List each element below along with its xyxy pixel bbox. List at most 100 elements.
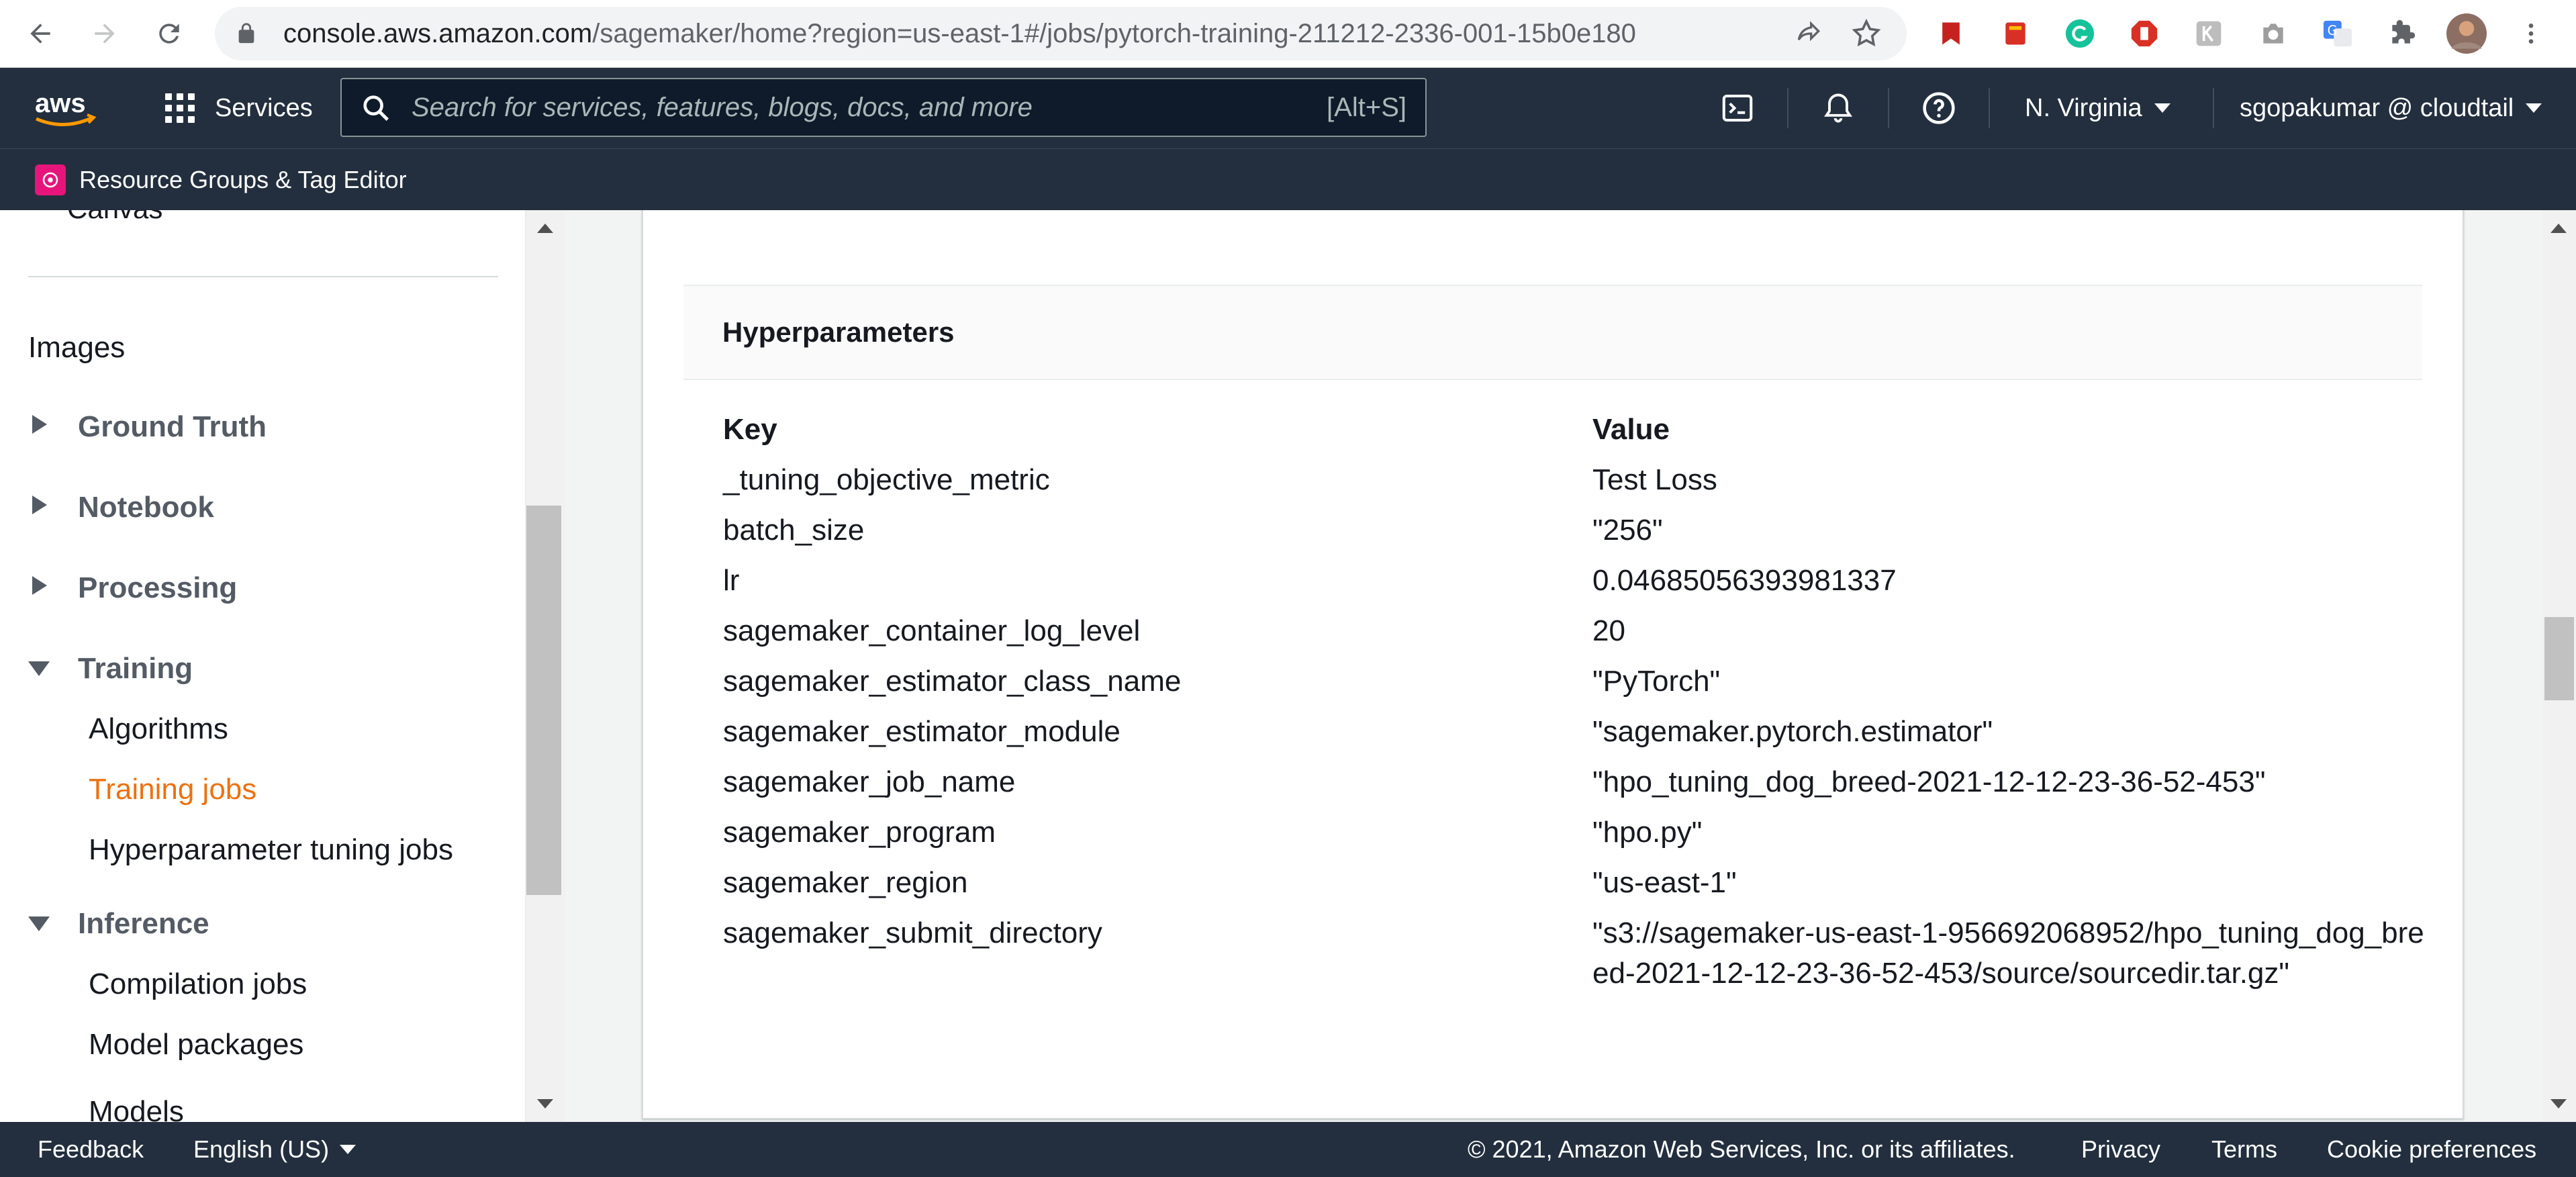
expand-icon[interactable] [32, 576, 47, 595]
svg-text:aws: aws [35, 89, 86, 118]
sidebar: Canvas Images Ground Truth Notebook Proc… [0, 210, 526, 1122]
sidebar-item-images[interactable]: Images [28, 331, 125, 365]
console-footer: Feedback English (US) © 2021, Amazon Web… [0, 1122, 2576, 1177]
search-shortcut: [Alt+S] [1327, 93, 1406, 122]
hyperparameter-value: "us-east-1" [1592, 866, 1737, 899]
hyperparameter-key: batch_size [723, 514, 865, 547]
hyperparameter-value: 20 [1592, 614, 1625, 647]
terms-link[interactable]: Terms [2211, 1122, 2277, 1177]
expand-icon[interactable] [32, 496, 47, 514]
favorites-bar: Resource Groups & Tag Editor [0, 148, 2576, 210]
sidebar-section-processing[interactable]: Processing [78, 571, 237, 605]
collapse-icon[interactable] [28, 916, 50, 931]
hyperparameter-value: "256" [1592, 514, 1663, 547]
extensions-icon[interactable] [2385, 16, 2420, 51]
value-column-header: Value [1592, 413, 1670, 446]
hyperparameter-key: sagemaker_region [723, 866, 968, 899]
share-icon[interactable] [1794, 19, 1823, 52]
scroll-up-icon[interactable] [537, 224, 553, 233]
reload-icon[interactable] [148, 12, 191, 55]
sidebar-item-model-packages[interactable]: Model packages [89, 1028, 303, 1062]
caret-down-icon [340, 1145, 356, 1154]
hyperparameters-header: Hyperparameters [683, 285, 2422, 380]
nav-separator [1989, 88, 1990, 128]
page-scrollbar[interactable] [2542, 210, 2576, 1122]
services-menu[interactable]: Services [165, 88, 313, 128]
scrollbar-thumb[interactable] [2544, 617, 2574, 700]
scroll-down-icon[interactable] [537, 1099, 553, 1109]
notifications-icon[interactable] [1817, 87, 1860, 130]
favorite-resource-groups[interactable]: Resource Groups & Tag Editor [35, 164, 407, 196]
hyperparameter-key: sagemaker_estimator_module [723, 715, 1120, 748]
services-label: Services [215, 93, 313, 122]
favorite-label: Resource Groups & Tag Editor [79, 166, 407, 193]
sidebar-item-canvas[interactable]: Canvas [67, 210, 162, 225]
sidebar-section-training[interactable]: Training [78, 652, 193, 686]
adblock-icon[interactable] [2127, 16, 2162, 51]
account-menu[interactable]: sgopakumar @ cloudtail [2240, 88, 2542, 128]
sidebar-scrollbar[interactable] [526, 210, 565, 1122]
hyperparameter-key: _tuning_objective_metric [723, 463, 1050, 496]
hyperparameter-value: "hpo.py" [1592, 816, 1703, 849]
star-icon[interactable] [1850, 17, 1882, 53]
cloudshell-icon[interactable] [1716, 87, 1759, 130]
lock-icon[interactable] [235, 21, 258, 49]
privacy-link[interactable]: Privacy [2081, 1122, 2160, 1177]
nav-separator [1888, 88, 1889, 128]
menu-icon[interactable] [2514, 16, 2548, 51]
sidebar-item-algorithms[interactable]: Algorithms [89, 712, 228, 746]
hyperparameter-value: "PyTorch" [1592, 665, 1721, 698]
cookie-preferences-link[interactable]: Cookie preferences [2327, 1122, 2536, 1177]
extension-bookmark-icon[interactable] [1934, 16, 1968, 51]
search-icon [361, 93, 391, 127]
hyperparameters-title: Hyperparameters [722, 316, 955, 348]
hyperparameter-key: sagemaker_estimator_class_name [723, 665, 1182, 698]
search-placeholder: Search for services, features, blogs, do… [412, 93, 1033, 122]
hyperparameter-key: sagemaker_program [723, 816, 996, 849]
scroll-up-icon[interactable] [2550, 224, 2567, 233]
back-icon[interactable] [19, 12, 62, 55]
camera-icon[interactable] [2256, 16, 2291, 51]
language-label: English (US) [193, 1135, 330, 1163]
sidebar-divider [28, 276, 498, 277]
translate-icon[interactable]: G [2320, 16, 2355, 51]
hyperparameter-key: sagemaker_submit_directory [723, 916, 1102, 949]
sidebar-section-ground-truth[interactable]: Ground Truth [78, 410, 267, 444]
grammarly-icon[interactable] [2062, 16, 2097, 51]
sidebar-item-compilation-jobs[interactable]: Compilation jobs [89, 968, 307, 1001]
extension-k-icon[interactable] [2191, 16, 2226, 51]
sidebar-section-notebook[interactable]: Notebook [78, 491, 214, 524]
region-selector[interactable]: N. Virginia [2025, 88, 2170, 128]
hyperparameter-key: lr [723, 564, 740, 597]
caret-down-icon [2154, 103, 2170, 113]
search-input[interactable]: Search for services, features, blogs, do… [340, 78, 1427, 137]
feedback-link[interactable]: Feedback [38, 1122, 144, 1177]
hyperparameter-key: sagemaker_container_log_level [723, 614, 1141, 647]
expand-icon[interactable] [32, 415, 47, 434]
extension-book-icon[interactable] [1998, 16, 2033, 51]
help-icon[interactable] [1917, 87, 1960, 130]
sidebar-item-models[interactable]: Models [89, 1095, 184, 1122]
aws-top-nav: aws Services Search for services, featur… [0, 68, 2576, 148]
aws-logo[interactable]: aws [32, 85, 99, 132]
url-text[interactable]: console.aws.amazon.com/sagemaker/home?re… [283, 7, 1636, 60]
sidebar-item-training-jobs[interactable]: Training jobs [89, 773, 256, 806]
forward-icon[interactable] [83, 12, 126, 55]
browser-toolbar: console.aws.amazon.com/sagemaker/home?re… [0, 0, 2576, 68]
account-label: sgopakumar @ cloudtail [2240, 94, 2514, 122]
profile-avatar[interactable] [2446, 13, 2487, 54]
nav-separator [2213, 88, 2214, 128]
sidebar-section-inference[interactable]: Inference [78, 907, 209, 941]
resource-groups-icon [35, 164, 66, 195]
collapse-icon[interactable] [28, 661, 50, 676]
address-bar[interactable]: console.aws.amazon.com/sagemaker/home?re… [215, 7, 1907, 60]
scrollbar-thumb[interactable] [526, 506, 561, 895]
nav-separator [1787, 88, 1788, 128]
region-label: N. Virginia [2025, 94, 2142, 122]
hyperparameter-key: sagemaker_job_name [723, 765, 1016, 798]
language-selector[interactable]: English (US) [193, 1122, 356, 1177]
sidebar-item-hyperparameter-tuning-jobs[interactable]: Hyperparameter tuning jobs [89, 833, 453, 867]
scroll-down-icon[interactable] [2550, 1099, 2567, 1109]
svg-text:G: G [2328, 23, 2338, 38]
caret-down-icon [2526, 103, 2542, 113]
